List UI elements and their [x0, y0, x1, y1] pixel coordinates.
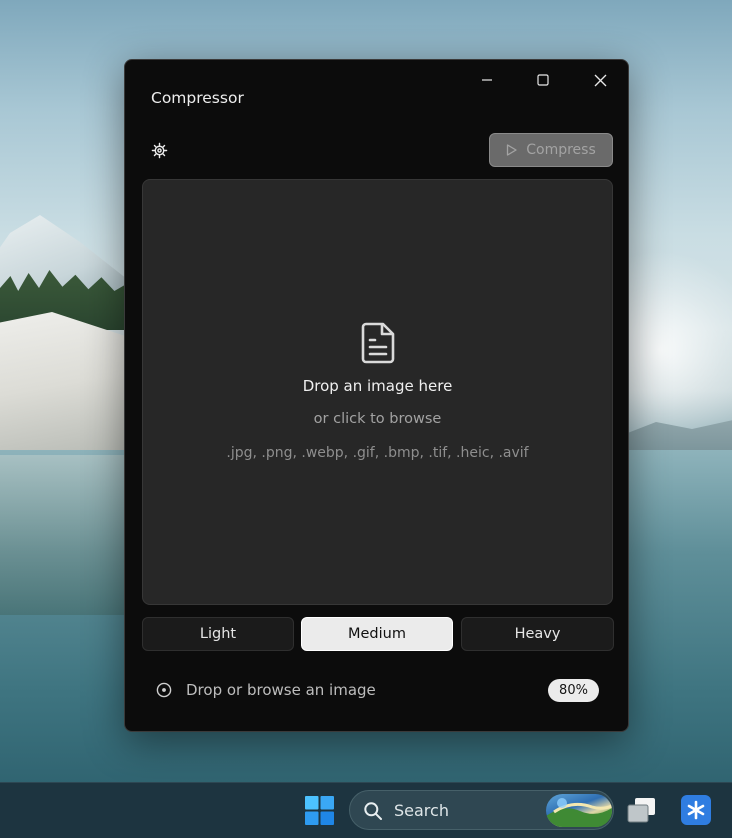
minimize-button[interactable]: [465, 64, 509, 96]
quality-value: 80%: [559, 683, 588, 698]
dropzone-subtitle: or click to browse: [313, 411, 442, 427]
level-medium-button[interactable]: Medium: [301, 617, 453, 651]
compress-label: Compress: [526, 142, 596, 158]
compress-button[interactable]: Compress: [489, 133, 613, 167]
search-highlight-image[interactable]: [546, 794, 612, 827]
asterisk-icon: [687, 800, 705, 820]
maximize-button[interactable]: [521, 64, 565, 96]
gear-icon: [151, 142, 167, 158]
compressor-window: Compressor Compress Drop an image here o…: [124, 59, 629, 732]
dropzone-title: Drop an image here: [302, 377, 453, 395]
close-icon: [594, 74, 606, 86]
level-heavy-button[interactable]: Heavy: [461, 617, 614, 651]
wallpaper-reflection: [0, 455, 130, 615]
minimize-icon: [482, 79, 492, 81]
play-icon: [507, 144, 517, 156]
quality-badge: 80%: [548, 679, 599, 702]
taskbar-app-icon[interactable]: [681, 795, 711, 825]
level-heavy-label: Heavy: [514, 626, 561, 642]
target-icon: [156, 682, 172, 698]
window-title: Compressor: [151, 89, 244, 107]
dropzone-formats: .jpg, .png, .webp, .gif, .bmp, .tif, .he…: [226, 445, 529, 461]
search-highlight-art: [546, 798, 612, 827]
taskbar-search[interactable]: Search: [349, 790, 614, 830]
taskbar: Search: [0, 782, 732, 838]
level-medium-label: Medium: [348, 626, 406, 642]
search-icon: [364, 802, 382, 820]
windows-start-icon[interactable]: [305, 796, 334, 825]
settings-button[interactable]: [149, 140, 169, 160]
maximize-icon: [537, 74, 549, 86]
close-button[interactable]: [578, 64, 622, 96]
level-light-button[interactable]: Light: [142, 617, 294, 651]
image-dropzone[interactable]: Drop an image here or click to browse .j…: [142, 179, 613, 605]
task-view-icon[interactable]: [626, 796, 658, 826]
status-text: Drop or browse an image: [186, 681, 376, 699]
search-label: Search: [394, 801, 449, 820]
file-text-icon: [361, 322, 395, 364]
level-light-label: Light: [199, 626, 237, 642]
